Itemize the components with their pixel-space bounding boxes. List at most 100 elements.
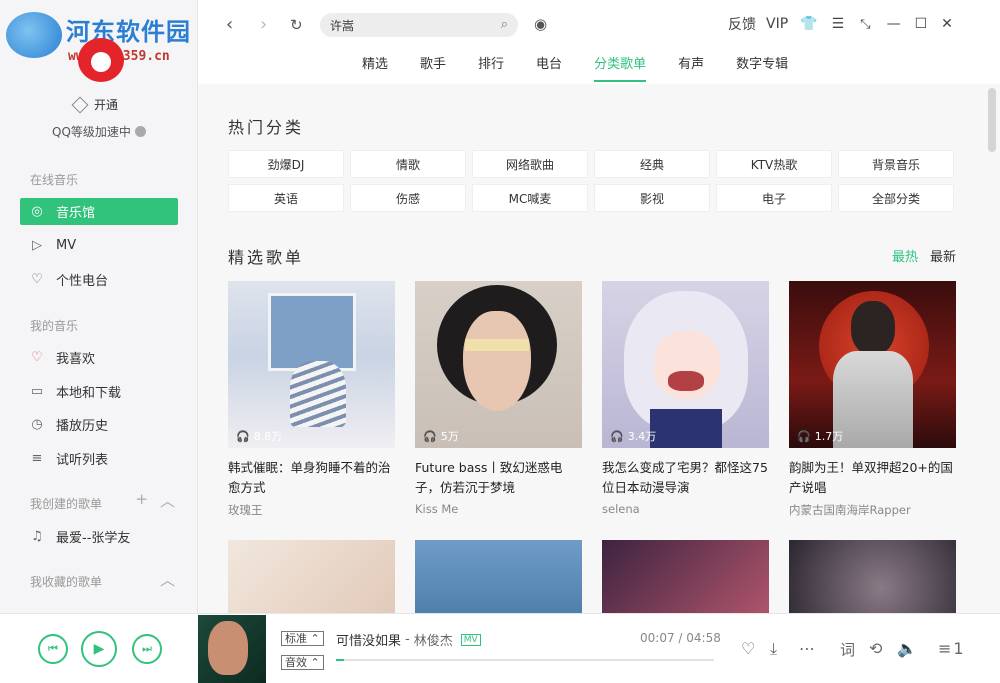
section-collected-playlists: 我收藏的歌单 [30,575,103,589]
sidebar-item-label: 个性电台 [56,274,109,289]
tab-charts[interactable]: 排行 [478,53,504,82]
playlist-card[interactable]: 🎧 3.4万 我怎么变成了宅男？都怪这75位日本动漫导演 selena [602,281,769,518]
back-arrow-icon[interactable]: ‹ [226,14,233,35]
sidebar-item-history[interactable]: ◷ 播放历史 [20,411,178,438]
playlist-author[interactable]: 玫瑰王 [228,502,395,518]
lyrics-button[interactable]: 词 [840,639,855,660]
play-count: 🎧 1.7万 [797,428,843,444]
playlist-card[interactable]: 🎧 1.7万 韵脚为王！单双押超20+的国产说唱 内蒙古国南海岸Rapper [789,281,956,518]
playlist-cover[interactable]: 🎧 3.4万 [602,281,769,448]
playlist-cover[interactable]: 🎧 5万 [415,281,582,448]
play-button[interactable]: ▶ [81,631,117,667]
category-button[interactable]: 伤感 [350,184,466,212]
search-icon[interactable]: ⌕ [501,17,508,32]
sidebar-item-created-playlist[interactable]: ♫ 最爱--张学友 [20,523,178,550]
search-input[interactable]: 许嵩 ⌕ [320,13,518,37]
like-icon[interactable]: ♡ [741,639,755,658]
tab-audio[interactable]: 有声 [678,53,704,82]
song-title[interactable]: 可惜没如果 [336,630,401,649]
section-my-music: 我的音乐 [30,319,79,333]
playlist-author[interactable]: selena [602,502,769,516]
album-cover[interactable] [198,615,266,683]
category-button[interactable]: 全部分类 [838,184,954,212]
sidebar-item-favorites[interactable]: ♡ 我喜欢 [20,344,178,371]
category-button[interactable]: 情歌 [350,150,466,178]
playlist-cover[interactable] [228,540,395,613]
category-button[interactable]: MC喊麦 [472,184,588,212]
playlist-title[interactable]: 韵脚为王！单双押超20+的国产说唱 [789,458,956,498]
add-icon[interactable]: + [135,490,148,511]
music-recognition-icon[interactable]: ◉ [534,15,547,33]
tab-digital-albums[interactable]: 数字专辑 [736,53,788,82]
playlist-card[interactable]: 🎧 5万 Future bass丨致幻迷惑电子，仿若沉于梦境 Kiss Me [415,281,582,518]
feedback-button[interactable]: 反馈 [728,14,756,34]
playlist-cover[interactable] [789,540,956,613]
category-button[interactable]: 背景音乐 [838,150,954,178]
progress-fill [336,659,344,661]
sidebar-item-radio[interactable]: ♡ 个性电台 [20,266,178,293]
quality-select[interactable]: 标准 ⌃ [281,631,324,646]
total-time: 04:58 [686,631,721,645]
headphone-icon: 🎧 [797,429,811,443]
next-button[interactable]: ⏭ [132,634,162,664]
current-time: 00:07 [640,631,675,645]
play-count: 🎧 8.8万 [236,428,282,444]
tab-radio[interactable]: 电台 [536,53,562,82]
download-icon[interactable]: ⤓ [770,639,777,659]
playlist-card[interactable]: 🎧 8.8万 韩式催眠：单身狗睡不着的治愈方式 玫瑰王 [228,281,395,518]
category-button[interactable]: KTV热歌 [716,150,832,178]
loop-icon[interactable]: ⟲ [869,639,882,658]
category-button[interactable]: 电子 [716,184,832,212]
playlist-grid-row2 [228,540,956,613]
category-button[interactable]: 经典 [594,150,710,178]
refresh-icon[interactable]: ↻ [290,16,303,34]
category-button[interactable]: 英语 [228,184,344,212]
maximize-icon[interactable]: ☐ [915,16,928,32]
playlist-cover[interactable] [602,540,769,613]
playlist-title[interactable]: Future bass丨致幻迷惑电子，仿若沉于梦境 [415,458,582,498]
chevron-up-icon[interactable]: ︿ [160,569,175,590]
category-button[interactable]: 影视 [594,184,710,212]
playlist-author[interactable]: Kiss Me [415,502,582,516]
play-queue-button[interactable]: ≡ 1 [938,639,964,658]
progress-bar[interactable] [336,659,714,661]
sort-hot-tab[interactable]: 最热 [892,246,918,265]
song-artist[interactable]: 林俊杰 [414,630,453,649]
sidebar-item-music-hall[interactable]: ◎ 音乐馆 [20,198,178,225]
sound-effect-select[interactable]: 音效 ⌃ [281,655,324,670]
mv-badge[interactable]: MV [460,633,481,646]
mini-mode-icon[interactable]: ⤡ [860,17,870,32]
sidebar-item-trial-list[interactable]: ≡ 试听列表 [20,445,178,472]
playlist-author[interactable]: 内蒙古国南海岸Rapper [789,502,956,518]
playlist-cover[interactable]: 🎧 8.8万 [228,281,395,448]
chevron-up-icon[interactable]: ︿ [160,490,175,511]
tab-singers[interactable]: 歌手 [420,53,446,82]
volume-icon[interactable]: 🔈 [897,639,917,658]
play-count: 🎧 3.4万 [610,428,656,444]
sort-new-tab[interactable]: 最新 [930,246,956,265]
player-bar: ⏮ ▶ ⏭ 标准 ⌃ 音效 ⌃ 可惜没如果 - 林俊杰 MV 00:07 / 0… [0,613,1000,683]
category-button[interactable]: 劲爆DJ [228,150,344,178]
minimize-icon[interactable]: — [887,16,901,32]
skin-icon[interactable]: 👕 [800,16,817,32]
vip-button[interactable]: VIP [766,16,788,32]
playlist-title[interactable]: 我怎么变成了宅男？都怪这75位日本动漫导演 [602,458,769,498]
sidebar-item-mv[interactable]: ▷ MV [20,232,178,259]
more-icon[interactable]: ⋯ [799,639,815,658]
tab-featured[interactable]: 精选 [362,53,388,82]
playlist-title[interactable]: 韩式催眠：单身狗睡不着的治愈方式 [228,458,395,498]
playlist-cover[interactable]: 🎧 1.7万 [789,281,956,448]
scrollbar[interactable] [988,88,996,152]
playlist-cover[interactable] [415,540,582,613]
qq-level-speed[interactable]: QQ等级加速中 [52,123,146,140]
close-icon[interactable]: ✕ [941,16,953,32]
previous-button[interactable]: ⏮ [38,634,68,664]
forward-arrow-icon[interactable]: › [260,14,267,35]
category-button[interactable]: 网络歌曲 [472,150,588,178]
tab-category-playlists[interactable]: 分类歌单 [594,53,647,82]
vip-open-button[interactable]: 开通 [71,96,118,113]
menu-icon[interactable]: ☰ [832,16,845,32]
watermark-title: 河东软件园 [66,17,191,46]
sidebar-item-local-download[interactable]: ▭ 本地和下载 [20,378,178,405]
user-avatar[interactable] [78,38,124,82]
